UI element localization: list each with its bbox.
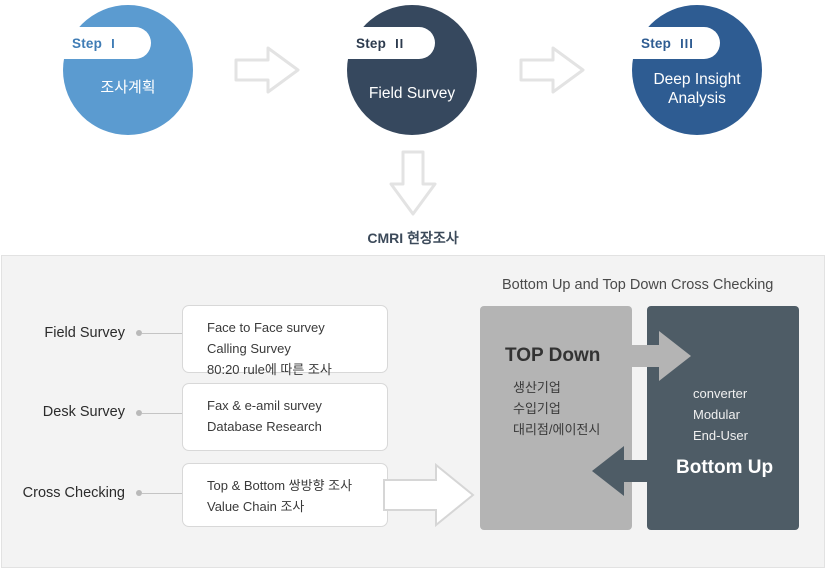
bottom-up-item: Modular — [693, 407, 740, 422]
step-3-roman: III — [680, 35, 694, 51]
step-3-title: Deep Insight Analysis — [632, 71, 762, 109]
info-box-cross-checking: Top & Bottom 쌍방향 조사 Value Chain 조사 — [182, 463, 388, 527]
step-2-title: Field Survey — [368, 85, 456, 102]
info-item: Face to Face survey — [207, 320, 325, 335]
row-label-field-survey: Field Survey — [44, 325, 125, 341]
bottom-up-heading: Bottom Up — [676, 457, 774, 478]
right-chevron-arrow — [519, 46, 585, 94]
flow-arrow-1 — [234, 45, 300, 100]
cross-check-feed-arrow — [383, 461, 475, 534]
step-2-roman: II — [395, 35, 405, 51]
step-2-badge: Step II — [347, 27, 439, 59]
info-item: Calling Survey — [207, 341, 291, 356]
step-1-roman: I — [111, 35, 116, 51]
info-box-field-survey: Face to Face survey Calling Survey 80:20… — [182, 305, 388, 377]
step-3-title-line1: Deep Insight — [653, 71, 741, 88]
connector-line-3 — [142, 493, 183, 494]
step-3-circle — [632, 5, 762, 135]
top-down-list: 생산기업 수입기업 대리점/에이전시 — [513, 377, 600, 440]
right-block-arrow — [383, 462, 475, 528]
down-chevron-arrow — [389, 150, 437, 216]
info-box-desk-survey: Fax & e-amil survey Database Research — [182, 383, 388, 451]
info-item: Top & Bottom 쌍방향 조사 — [207, 478, 353, 493]
info-item: 80:20 rule에 따른 조사 — [207, 362, 332, 377]
step-2: Step II Field Survey — [325, 5, 477, 135]
info-item: Fax & e-amil survey — [207, 398, 322, 413]
left-block-arrow — [592, 446, 658, 496]
bottom-up-flow-arrow — [592, 446, 658, 501]
connector-line-1 — [142, 333, 183, 334]
right-chevron-arrow — [234, 46, 300, 94]
top-down-item: 수입기업 — [513, 401, 561, 416]
step-1-circle — [63, 5, 193, 135]
row-label-desk-survey: Desk Survey — [42, 404, 125, 420]
info-item: Value Chain 조사 — [207, 499, 305, 514]
flow-arrow-down — [388, 150, 438, 221]
step-1: Step I 조사계획 — [41, 5, 193, 135]
bottom-up-item: End-User — [693, 428, 748, 443]
step-3-badge-label: Step — [641, 35, 672, 51]
step-2-badge-label: Step — [356, 35, 387, 51]
top-down-heading: TOP Down — [505, 345, 601, 366]
flow-arrow-2 — [519, 45, 585, 100]
connector-line-2 — [142, 413, 183, 414]
step-3: Step III Deep Insight Analysis — [610, 5, 762, 135]
right-block-arrow — [625, 331, 691, 381]
step-3-title-line2: Analysis — [668, 89, 726, 107]
step-2-circle — [347, 5, 477, 135]
cmri-caption: CMRI 현장조사 — [367, 230, 459, 246]
top-down-item: 대리점/에이전시 — [513, 422, 601, 437]
cross-check-title: Bottom Up and Top Down Cross Checking — [502, 277, 774, 293]
step-1-badge: Step I — [63, 27, 155, 59]
bottom-up-list: converter Modular End-User — [693, 383, 748, 446]
top-down-flow-arrow — [625, 331, 691, 386]
top-down-item: 생산기업 — [513, 380, 561, 395]
step-3-badge: Step III — [632, 27, 724, 59]
row-label-cross-checking: Cross Checking — [22, 485, 125, 501]
bottom-up-item: converter — [693, 386, 748, 401]
step-1-title: 조사계획 — [100, 79, 156, 96]
step-1-badge-label: Step — [72, 35, 103, 51]
info-item: Database Research — [207, 419, 322, 434]
